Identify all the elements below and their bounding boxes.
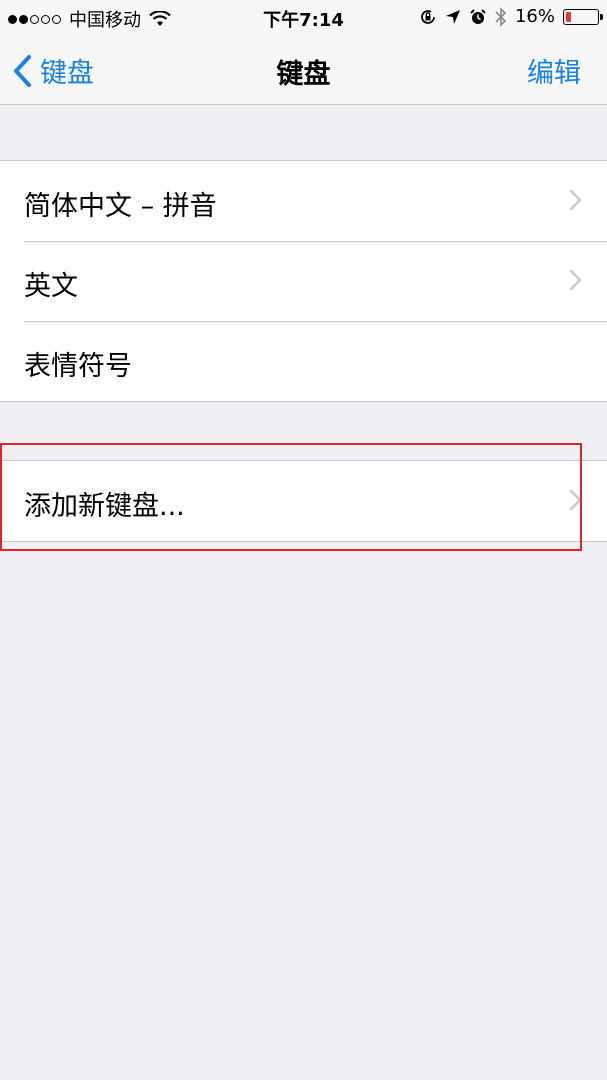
list-item-label: 表情符号 xyxy=(24,351,132,382)
add-keyboard-group: 添加新键盘... xyxy=(0,460,607,542)
list-item-label: 简体中文 – 拼音 xyxy=(24,191,217,222)
location-arrow-icon xyxy=(445,9,460,24)
status-right: 16% xyxy=(419,6,603,27)
add-new-keyboard-button[interactable]: 添加新键盘... xyxy=(0,461,607,541)
edit-button[interactable]: 编辑 xyxy=(527,51,581,90)
list-item-pinyin[interactable]: 简体中文 – 拼音 xyxy=(0,161,607,241)
page-title: 键盘 xyxy=(276,59,331,90)
battery-percent: 16% xyxy=(514,6,555,27)
list-item-emoji[interactable]: 表情符号 xyxy=(0,321,607,401)
chevron-right-icon xyxy=(569,269,582,291)
add-new-keyboard-label: 添加新键盘... xyxy=(24,491,185,522)
bluetooth-icon xyxy=(495,6,507,27)
list-item-label: 英文 xyxy=(24,271,78,302)
status-bar: 中国移动 下午7:14 16% xyxy=(0,0,607,34)
keyboard-list: 简体中文 – 拼音 英文 表情符号 xyxy=(0,160,607,402)
alarm-clock-icon xyxy=(470,8,486,24)
list-item-english[interactable]: 英文 xyxy=(0,241,607,321)
chevron-right-icon xyxy=(569,489,582,511)
navigation-bar: 键盘 键盘 编辑 xyxy=(0,34,607,105)
orientation-lock-icon xyxy=(421,9,435,24)
battery-icon xyxy=(563,8,603,25)
chevron-right-icon xyxy=(569,189,582,211)
